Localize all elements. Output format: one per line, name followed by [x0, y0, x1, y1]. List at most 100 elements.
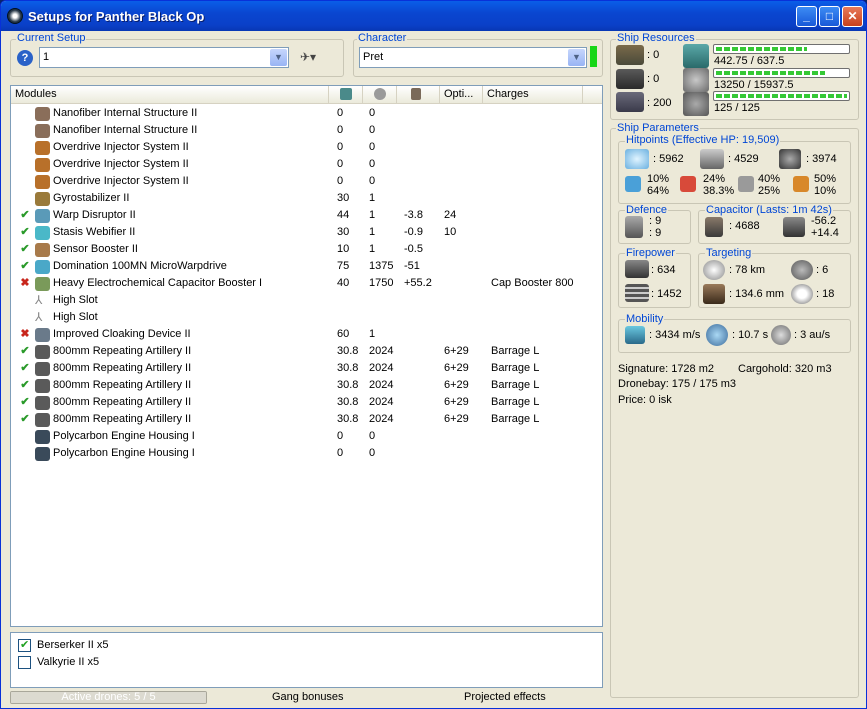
col-optimal[interactable]: Opti... — [440, 86, 483, 104]
module-charge: Barrage L — [491, 396, 540, 408]
drone-bandwidth: : 200 — [647, 97, 672, 109]
module-row[interactable]: Polycarbon Engine Housing I 0 0 — [11, 445, 602, 462]
module-row[interactable]: ✔ 800mm Repeating Artillery II 30.8 2024 6+2… — [11, 343, 602, 360]
module-row[interactable]: ✔ 800mm Repeating Artillery II 30.8 2024 6+2… — [11, 394, 602, 411]
module-row[interactable]: ✔ Sensor Booster II 10 1 -0.5 — [11, 241, 602, 258]
module-row[interactable]: ✔ Stasis Webifier II 30 1 -0.9 10 — [11, 224, 602, 241]
module-name: Overdrive Injector System II — [53, 175, 189, 187]
defence-icon — [625, 216, 643, 238]
gang-bonuses-tab[interactable]: Gang bonuses — [272, 691, 344, 703]
drone-checkbox[interactable] — [18, 656, 31, 669]
drone-row[interactable]: Berserker II x5 — [11, 637, 602, 654]
module-name: 800mm Repeating Artillery II — [53, 362, 192, 374]
ship-menu-icon[interactable]: ✈▾ — [300, 50, 328, 66]
modules-header: Modules Opti... Charges — [11, 86, 602, 104]
signature-radius: Signature: 1728 m2 — [618, 363, 715, 375]
col-cpu[interactable] — [329, 86, 363, 104]
volley-icon — [625, 284, 649, 302]
module-row[interactable]: Nanofiber Internal Structure II 0 0 — [11, 105, 602, 122]
module-c2: 0 — [369, 107, 376, 119]
module-name: Warp Disruptor II — [53, 209, 136, 221]
module-c2: 2024 — [369, 379, 394, 391]
warp-speed-icon — [771, 325, 791, 345]
active-check-icon: ✔ — [20, 260, 30, 272]
app-icon — [7, 8, 23, 24]
col-modules[interactable]: Modules — [11, 86, 329, 104]
module-row[interactable]: Overdrive Injector System II 0 0 — [11, 173, 602, 190]
armor-icon — [700, 149, 724, 169]
close-button[interactable]: ✕ — [842, 6, 863, 27]
em-resist-icon — [625, 176, 641, 192]
chevron-down-icon[interactable]: ▼ — [270, 49, 287, 66]
module-icon — [35, 430, 50, 444]
help-icon[interactable]: ? — [17, 50, 33, 66]
chevron-down-icon[interactable]: ▼ — [568, 49, 585, 66]
module-row[interactable]: ✔ 800mm Repeating Artillery II 30.8 2024 6+2… — [11, 360, 602, 377]
module-c1: 30.8 — [337, 345, 359, 357]
module-c3: -51 — [404, 260, 420, 272]
module-c1: 0 — [337, 430, 344, 442]
module-c2: 2024 — [369, 362, 394, 374]
module-row[interactable]: Polycarbon Engine Housing I 0 0 — [11, 428, 602, 445]
module-name: Stasis Webifier II — [53, 226, 136, 238]
explosive-resist-icon — [793, 176, 809, 192]
module-c3: +55.2 — [404, 277, 432, 289]
col-capacitor[interactable] — [397, 86, 440, 104]
module-c1: 44 — [337, 209, 350, 221]
module-opt: 6+29 — [444, 396, 469, 408]
module-c1: 10 — [337, 243, 350, 255]
module-row[interactable]: ✔ Domination 100MN MicroWarpdrive 75 1375 -5… — [11, 258, 602, 275]
module-row[interactable]: ⅄ High Slot — [11, 309, 602, 326]
module-icon — [35, 362, 50, 376]
structure-hp: : 3974 — [806, 153, 837, 165]
explosive-resist-shield: 50% — [814, 173, 837, 185]
powergrid-icon — [683, 68, 709, 92]
mobility-label: Mobility — [625, 313, 665, 325]
drone-checkbox[interactable] — [18, 638, 31, 652]
module-row[interactable]: ✔ 800mm Repeating Artillery II 30.8 2024 6+2… — [11, 377, 602, 394]
minimize-button[interactable]: _ — [796, 6, 817, 27]
module-row[interactable]: ✔ Warp Disruptor II 44 1 -3.8 24 — [11, 207, 602, 224]
drone-row[interactable]: Valkyrie II x5 — [11, 654, 602, 671]
module-row[interactable]: Gyrostabilizer II 30 1 — [11, 190, 602, 207]
drone-name: Berserker II x5 — [37, 639, 109, 651]
cargohold: Cargohold: 320 m3 — [738, 363, 832, 375]
capacitor-icon — [411, 88, 421, 100]
module-name: High Slot — [53, 311, 98, 323]
module-name: Heavy Electrochemical Capacitor Booster … — [53, 277, 263, 289]
module-row[interactable]: Overdrive Injector System II 0 0 — [11, 156, 602, 173]
module-icon — [35, 141, 50, 155]
module-row[interactable]: Overdrive Injector System II 0 0 — [11, 139, 602, 156]
setup-select[interactable]: 1 ▼ — [39, 47, 289, 68]
module-row[interactable]: Nanofiber Internal Structure II 0 0 — [11, 122, 602, 139]
col-charges[interactable]: Charges — [483, 86, 583, 104]
module-name: 800mm Repeating Artillery II — [53, 396, 192, 408]
module-name: High Slot — [53, 294, 98, 306]
module-icon — [35, 413, 50, 427]
module-c1: 0 — [337, 447, 344, 459]
maximize-button[interactable]: □ — [819, 6, 840, 27]
module-c2: 1375 — [369, 260, 394, 272]
module-charge: Cap Booster 800 — [491, 277, 574, 289]
cpu-bar-fill — [716, 47, 807, 51]
projected-effects-tab[interactable]: Projected effects — [464, 691, 546, 703]
title-bar[interactable]: Setups for Panther Black Op _ □ ✕ — [1, 1, 866, 31]
kinetic-resist-icon — [738, 176, 754, 192]
drones-list[interactable]: Berserker II x5 Valkyrie II x5 — [10, 632, 603, 688]
ship-parameters-label: Ship Parameters — [616, 122, 700, 134]
modules-list[interactable]: Modules Opti... Charges Nanofiber Intern… — [10, 85, 603, 627]
module-c2: 0 — [369, 447, 376, 459]
module-row[interactable]: ⅄ High Slot — [11, 292, 602, 309]
character-select[interactable]: Pret ▼ — [359, 47, 587, 68]
module-c1: 0 — [337, 175, 344, 187]
col-powergrid[interactable] — [363, 86, 397, 104]
sensor-strength-icon — [791, 284, 813, 304]
offline-x-icon: ✖ — [20, 277, 30, 289]
module-c2: 1 — [369, 209, 376, 221]
cpu-icon — [340, 88, 352, 100]
module-c2: 2024 — [369, 396, 394, 408]
module-row[interactable]: ✔ 800mm Repeating Artillery II 30.8 2024 6+2… — [11, 411, 602, 428]
module-row[interactable]: ✖ Improved Cloaking Device II 60 1 — [11, 326, 602, 343]
module-row[interactable]: ✖ Heavy Electrochemical Capacitor Booster… — [11, 275, 602, 292]
module-c1: 0 — [337, 124, 344, 136]
